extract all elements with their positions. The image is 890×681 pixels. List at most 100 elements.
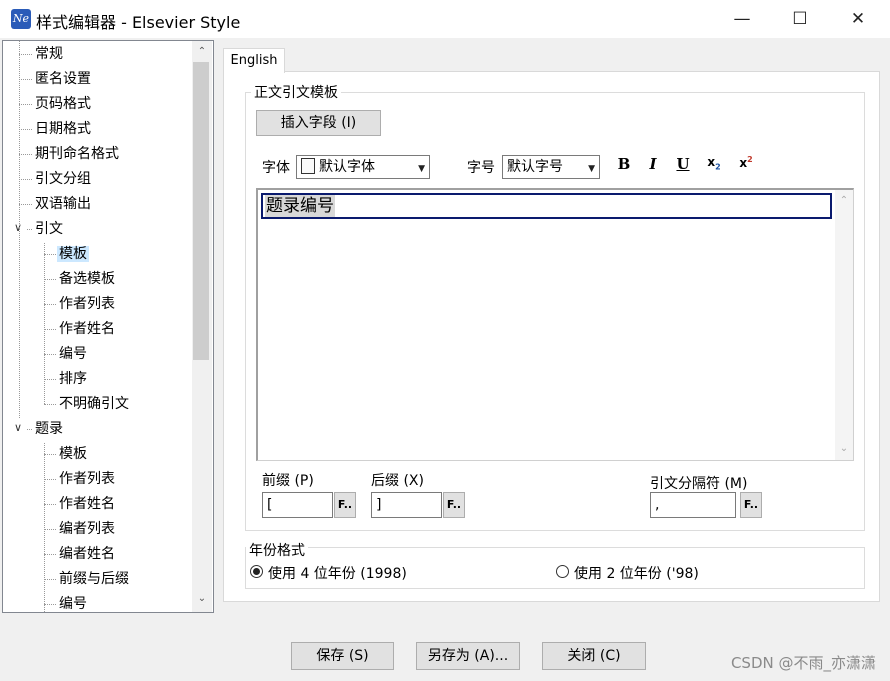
- tree-connector: [44, 379, 56, 380]
- tree-item[interactable]: 编者姓名: [57, 543, 117, 565]
- bold-button[interactable]: B: [614, 155, 634, 173]
- suffix-format-button[interactable]: F..: [443, 492, 465, 518]
- tree-connector: [27, 429, 32, 430]
- tree-connector: [44, 243, 45, 404]
- subscript-mark: 2: [715, 162, 721, 172]
- tree-connector: [44, 579, 56, 580]
- superscript-button[interactable]: x2: [736, 155, 756, 170]
- superscript-x: x: [739, 156, 748, 170]
- tree-item[interactable]: 常规: [33, 43, 65, 65]
- title-bar: Ne 样式编辑器 - Elsevier Style — ☐ ✕: [0, 0, 890, 38]
- tree-connector: [44, 604, 56, 605]
- separator-key: (M): [724, 476, 748, 492]
- tree-item-label: 作者列表: [59, 296, 115, 312]
- tree-connector: [44, 404, 56, 405]
- tree-scroll-thumb[interactable]: [193, 62, 209, 360]
- separator-input[interactable]: ,: [650, 492, 736, 518]
- tree-connector: [19, 104, 32, 105]
- tree-item[interactable]: 排序: [57, 368, 89, 390]
- window-title: 样式编辑器 - Elsevier Style: [36, 13, 241, 32]
- minimize-button[interactable]: —: [713, 0, 771, 38]
- tree-item[interactable]: 日期格式: [33, 118, 93, 140]
- tree-item-label: 作者姓名: [59, 321, 115, 337]
- tree-item[interactable]: 备选模板: [57, 268, 117, 290]
- font-icon: [301, 158, 315, 174]
- save-as-label: 另存为: [427, 648, 470, 664]
- suffix-input[interactable]: ]: [371, 492, 442, 518]
- save-key: (S): [348, 648, 369, 664]
- font-value: 默认字体: [319, 159, 375, 175]
- close-dialog-button[interactable]: 关闭 (C): [542, 642, 646, 670]
- tree-item[interactable]: 引文分组: [33, 168, 93, 190]
- prefix-input[interactable]: [: [262, 492, 333, 518]
- tree-connector: [19, 154, 32, 155]
- subscript-button[interactable]: x2: [704, 155, 724, 171]
- tree-connector: [44, 329, 56, 330]
- tree-connector: [19, 129, 32, 130]
- size-select[interactable]: 默认字号 ▼: [502, 155, 600, 179]
- tree-item[interactable]: 前缀与后缀: [57, 568, 131, 590]
- italic-button[interactable]: I: [643, 155, 663, 173]
- tree-connector: [19, 204, 32, 205]
- tree-item-label: 编号: [59, 346, 87, 362]
- tree-item[interactable]: 不明确引文: [57, 393, 131, 415]
- underline-button[interactable]: U: [673, 155, 693, 173]
- editor-scrollbar[interactable]: ⌃ ⌄: [835, 190, 853, 460]
- chevron-down-icon[interactable]: ∨: [12, 421, 24, 434]
- scroll-up-icon[interactable]: ⌃: [192, 43, 212, 61]
- tree-item[interactable]: 作者列表: [57, 293, 117, 315]
- font-select[interactable]: 默认字体 ▼: [296, 155, 430, 179]
- save-button[interactable]: 保存 (S): [291, 642, 394, 670]
- tree-item[interactable]: 模板: [57, 243, 89, 265]
- editor-current-line[interactable]: [261, 193, 832, 219]
- template-editor[interactable]: [256, 188, 854, 461]
- separator-format-button[interactable]: F..: [740, 492, 762, 518]
- year-2-radio[interactable]: [556, 565, 569, 578]
- tree-item[interactable]: 编号: [57, 593, 89, 612]
- chevron-down-icon[interactable]: ∨: [12, 221, 24, 234]
- scroll-down-icon[interactable]: ⌄: [192, 590, 212, 608]
- maximize-button[interactable]: ☐: [771, 0, 829, 38]
- tree-connector: [44, 454, 56, 455]
- settings-tree[interactable]: 常规 匿名设置 页码格式 日期格式 期刊命名格式 引文分组 双语输出 引文 ∨ 模板 备选模板 作者列…: [2, 40, 214, 613]
- tree-item[interactable]: 页码格式: [33, 93, 93, 115]
- maximize-icon: ☐: [792, 9, 808, 29]
- tree-item[interactable]: 编号: [57, 343, 89, 365]
- chevron-down-icon: ▼: [418, 164, 425, 174]
- year-4-label[interactable]: 使用 4 位年份 (1998): [268, 563, 407, 583]
- tree-item[interactable]: 模板: [57, 443, 89, 465]
- size-value: 默认字号: [507, 159, 563, 175]
- tab-english[interactable]: English: [223, 48, 285, 73]
- year-2-label[interactable]: 使用 2 位年份 ('98): [574, 563, 699, 583]
- close-button[interactable]: ✕: [829, 0, 887, 38]
- insert-field-button[interactable]: 插入字段 (I): [256, 110, 381, 136]
- tree-item[interactable]: 作者列表: [57, 468, 117, 490]
- suffix-label: 后缀 (X): [371, 470, 424, 490]
- tree-item-label: 双语输出: [35, 196, 91, 212]
- tree-item[interactable]: 双语输出: [33, 193, 93, 215]
- tree-item[interactable]: 作者姓名: [57, 493, 117, 515]
- suffix-label-text: 后缀: [371, 473, 399, 489]
- tree-item[interactable]: 引文: [33, 218, 65, 240]
- tree-connector: [44, 529, 56, 530]
- tree-connector: [44, 504, 56, 505]
- scroll-up-icon[interactable]: ⌃: [835, 192, 853, 210]
- year-4-radio[interactable]: [250, 565, 263, 578]
- tree-item-label: 模板: [57, 246, 89, 262]
- suffix-key: (X): [403, 473, 424, 489]
- save-label: 保存: [316, 648, 345, 664]
- prefix-format-button[interactable]: F..: [334, 492, 356, 518]
- superscript-mark: 2: [747, 155, 753, 164]
- tree-item[interactable]: 编者列表: [57, 518, 117, 540]
- editor-field-token[interactable]: 题录编号: [265, 195, 335, 217]
- tree-item-label: 编者列表: [59, 521, 115, 537]
- prefix-label: 前缀 (P): [262, 470, 314, 490]
- tree-item[interactable]: 作者姓名: [57, 318, 117, 340]
- tree-item[interactable]: 期刊命名格式: [33, 143, 121, 165]
- tree-item-label: 引文: [35, 221, 63, 237]
- tree-item[interactable]: 题录: [33, 418, 65, 440]
- tree-item[interactable]: 匿名设置: [33, 68, 93, 90]
- scroll-down-icon[interactable]: ⌄: [835, 440, 853, 458]
- tree-connector: [44, 479, 56, 480]
- save-as-button[interactable]: 另存为 (A)...: [416, 642, 520, 670]
